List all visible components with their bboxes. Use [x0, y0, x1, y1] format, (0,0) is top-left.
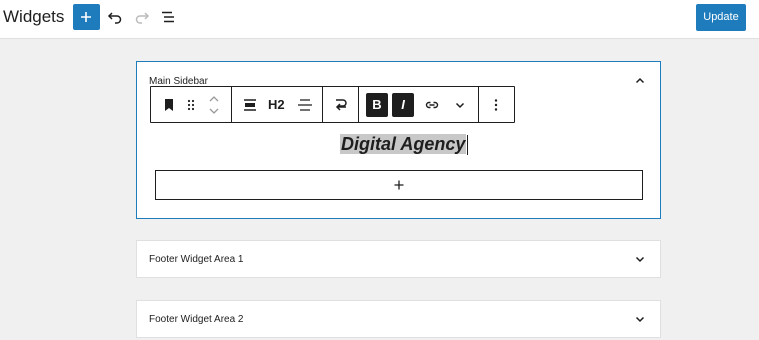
bold-button[interactable]: B	[366, 93, 388, 117]
block-toolbar: H2 B I	[150, 86, 515, 123]
drag-handle-icon[interactable]	[183, 97, 199, 113]
undo-icon[interactable]	[107, 9, 123, 25]
align-icon[interactable]	[242, 97, 258, 113]
heading-block[interactable]: Digital Agency	[340, 132, 469, 156]
heading-level-button[interactable]: H2	[268, 96, 285, 113]
plus-icon	[394, 180, 404, 190]
chevron-down-icon[interactable]	[452, 97, 468, 113]
update-button[interactable]: Update	[696, 4, 746, 31]
italic-button[interactable]: I	[392, 93, 414, 117]
toolbar-divider	[358, 87, 359, 122]
panel-title: Footer Widget Area 1	[149, 254, 244, 265]
toolbar-divider	[322, 87, 323, 122]
add-block-appender[interactable]	[155, 170, 643, 200]
more-options-icon[interactable]	[488, 97, 504, 113]
move-down-icon[interactable]	[207, 106, 221, 116]
editor-header: Widgets Update	[0, 0, 759, 39]
chevron-down-icon[interactable]	[634, 253, 646, 265]
chevron-down-icon[interactable]	[634, 313, 646, 325]
redo-icon[interactable]	[134, 9, 150, 25]
link-icon[interactable]	[424, 97, 440, 113]
toolbar-divider	[478, 87, 479, 122]
text-cursor	[467, 135, 469, 156]
main-sidebar-panel: Main Sidebar H2 B I Digital Agency	[136, 61, 661, 219]
panel-title: Footer Widget Area 2	[149, 314, 244, 325]
page-title: Widgets	[3, 7, 65, 26]
footer-widget-area-2[interactable]: Footer Widget Area 2	[136, 300, 661, 338]
chevron-up-icon[interactable]	[634, 75, 646, 87]
toolbar-divider	[231, 87, 232, 122]
plus-icon	[81, 12, 91, 22]
bookmark-icon[interactable]	[161, 97, 177, 113]
heading-text[interactable]: Digital Agency	[340, 134, 467, 154]
text-align-icon[interactable]	[297, 97, 313, 113]
transform-icon[interactable]	[333, 97, 349, 113]
move-up-icon[interactable]	[207, 94, 221, 104]
footer-widget-area-1[interactable]: Footer Widget Area 1	[136, 240, 661, 278]
list-view-icon[interactable]	[160, 9, 176, 25]
add-block-button[interactable]	[73, 4, 100, 30]
